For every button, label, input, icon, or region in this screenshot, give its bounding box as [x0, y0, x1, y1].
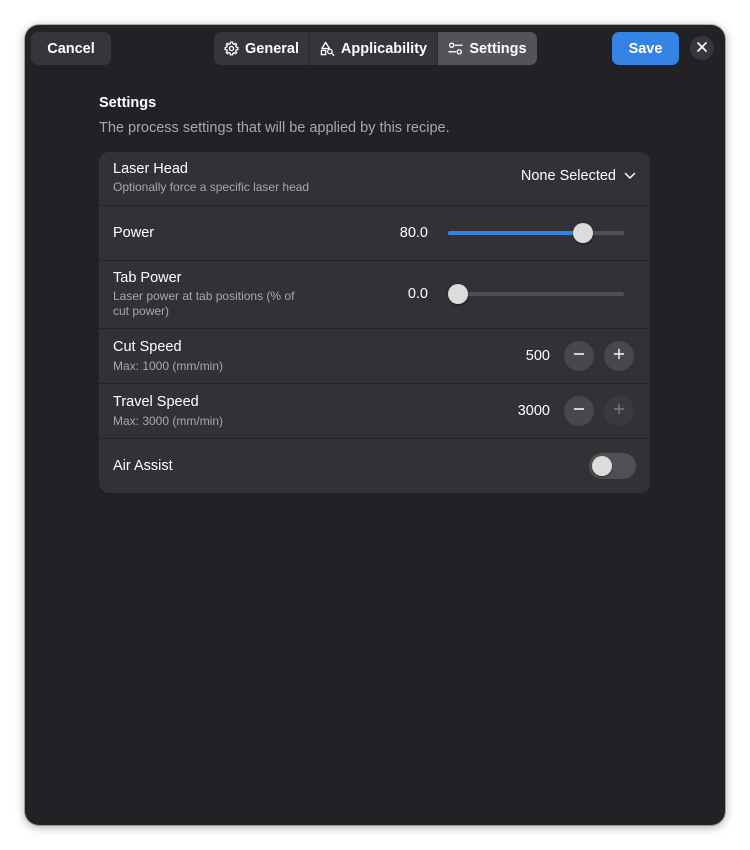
page-title: Settings [99, 95, 157, 111]
power-row: Power 80.0 [99, 206, 650, 261]
minus-icon [573, 347, 585, 365]
cut-speed-title: Cut Speed [113, 339, 182, 355]
cut-speed-increment-button[interactable] [604, 341, 634, 371]
tab-power-row: Tab Power Laser power at tab positions (… [99, 261, 650, 329]
tab-power-slider-knob[interactable] [448, 284, 468, 304]
page-description: The process settings that will be applie… [99, 120, 450, 136]
gear-icon [224, 41, 239, 56]
close-button[interactable] [690, 36, 714, 60]
tab-applicability-label: Applicability [340, 40, 428, 57]
laser-head-selected: None Selected [520, 168, 616, 184]
tab-power-slider-trough [448, 292, 624, 296]
settings-list: Laser Head Optionally force a specific l… [99, 152, 650, 493]
header-bar: Cancel General Applicability Settings Sa… [25, 25, 725, 71]
tab-power-value: 0.0 [407, 286, 428, 302]
power-title: Power [113, 225, 155, 241]
tab-settings-label: Settings [469, 40, 527, 57]
cut-speed-decrement-button[interactable] [564, 341, 594, 371]
tab-power-slider[interactable] [448, 284, 624, 304]
minus-icon [573, 402, 585, 420]
chevron-down-icon [624, 168, 636, 184]
close-icon [697, 39, 707, 57]
cut-speed-row: Cut Speed Max: 1000 (mm/min) 500 [99, 329, 650, 384]
cut-speed-subtitle: Max: 1000 (mm/min) [113, 359, 224, 373]
tab-applicability[interactable]: Applicability [309, 32, 437, 65]
power-slider[interactable] [448, 223, 624, 243]
power-value: 80.0 [399, 225, 428, 241]
plus-icon [613, 402, 625, 420]
sliders-icon [448, 41, 464, 56]
travel-speed-row: Travel Speed Max: 3000 (mm/min) 3000 [99, 384, 650, 439]
travel-speed-title: Travel Speed [113, 394, 199, 410]
travel-speed-value: 3000 [517, 403, 550, 419]
cut-speed-value: 500 [525, 348, 550, 364]
travel-speed-decrement-button[interactable] [564, 396, 594, 426]
laser-head-dropdown[interactable]: None Selected [521, 168, 636, 184]
plus-icon [613, 347, 625, 365]
tab-settings[interactable]: Settings [437, 32, 537, 65]
tab-general-label: General [245, 40, 299, 57]
air-assist-switch-knob [592, 456, 612, 476]
recipe-dialog: Cancel General Applicability Settings Sa… [25, 25, 725, 825]
travel-speed-increment-button[interactable] [604, 396, 634, 426]
air-assist-title: Air Assist [113, 458, 173, 474]
air-assist-switch[interactable] [589, 453, 636, 479]
tab-power-title: Tab Power [113, 270, 182, 286]
tab-power-subtitle: Laser power at tab positions (% of cut p… [113, 289, 295, 318]
air-assist-row: Air Assist [99, 439, 650, 493]
laser-head-title: Laser Head [113, 161, 188, 177]
laser-head-subtitle: Optionally force a specific laser head [113, 180, 310, 194]
tab-general[interactable]: General [214, 32, 309, 65]
power-slider-knob[interactable] [572, 223, 593, 243]
view-switcher: General Applicability Settings [214, 32, 537, 65]
save-button[interactable]: Save [612, 32, 679, 65]
laser-head-row: Laser Head Optionally force a specific l… [99, 152, 650, 206]
travel-speed-subtitle: Max: 3000 (mm/min) [113, 414, 224, 428]
power-slider-fill [448, 231, 583, 235]
cancel-button[interactable]: Cancel [31, 32, 111, 65]
shapes-search-icon [320, 41, 335, 56]
